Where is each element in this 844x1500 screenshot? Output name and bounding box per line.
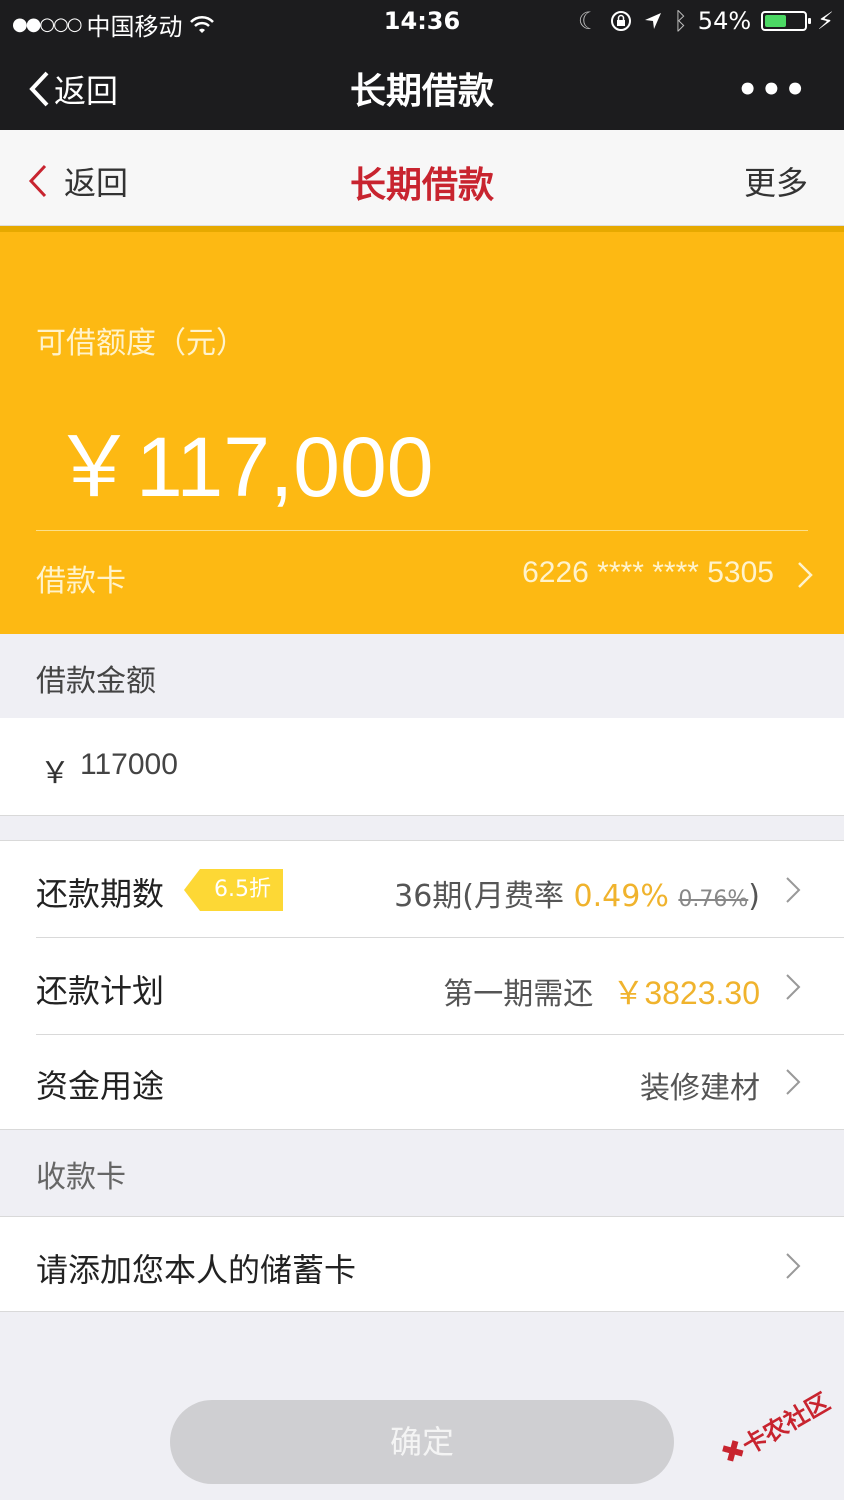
battery-percent: 54% [697, 7, 752, 35]
battery-icon [761, 11, 812, 31]
plan-prefix: 第一期需还 [443, 977, 594, 1012]
loan-card-number[interactable]: 6226 **** **** 5305 [522, 556, 774, 590]
credit-limit-card: 可借额度（元） ￥117,000 借款卡 6226 **** **** 5305 [0, 226, 844, 634]
rotation-lock-icon [611, 11, 632, 31]
page-header: 返回 长期借款 更多 [0, 130, 844, 226]
repayment-plan-label: 还款计划 [36, 972, 165, 1010]
plan-amount: ￥3823.30 [612, 975, 760, 1011]
card-divider [36, 530, 808, 531]
chevron-right-icon [786, 877, 801, 903]
wx-title: 长期借款 [349, 71, 494, 112]
repayment-terms-value: 36期(月费率 0.49% 0.76%) [394, 871, 760, 915]
add-debit-card-label: 请添加您本人的储蓄卡 [36, 1251, 357, 1289]
terms-rate: 0.49% [573, 879, 669, 914]
watermark: ✖ 卡农社区 [714, 1382, 835, 1472]
repayment-plan-value: 第一期需还 ￥3823.30 [443, 968, 760, 1014]
wechat-nav-bar: 返回 长期借款 ••• [0, 44, 844, 130]
repayment-terms-label: 还款期数 [36, 875, 165, 913]
chevron-right-icon [786, 974, 801, 1000]
loan-amount-input[interactable]: 117000 [80, 748, 178, 782]
location-icon [645, 13, 662, 29]
chevron-right-icon[interactable] [796, 560, 814, 590]
loan-amount-section-label: 借款金额 [36, 664, 156, 699]
credit-limit-amount: ￥117,000 [52, 420, 434, 514]
loan-amount-row[interactable]: ￥ 117000 [0, 718, 844, 816]
status-bar: ●●○○○ 中国移动 14:36 ☾ ᛒ 54% ⚡ [0, 0, 844, 44]
currency-symbol: ￥ [40, 756, 70, 791]
fund-purpose-label: 资金用途 [36, 1067, 165, 1105]
moon-icon: ☾ [577, 7, 600, 35]
charging-icon: ⚡ [817, 7, 834, 35]
repayment-terms-row[interactable]: 还款期数 6.5折 36期(月费率 0.49% 0.76%) [0, 841, 844, 937]
confirm-button[interactable]: 确定 [170, 1400, 674, 1484]
receive-card-section-label: 收款卡 [36, 1160, 126, 1195]
page-title: 长期借款 [349, 165, 494, 206]
bluetooth-icon: ᛒ [673, 7, 688, 35]
watermark-text: 卡农社区 [737, 1387, 835, 1460]
wx-more-button[interactable]: ••• [737, 70, 808, 110]
add-debit-card-row[interactable]: 请添加您本人的储蓄卡 [0, 1216, 844, 1312]
terms-prefix: 36期(月费率 [394, 879, 574, 914]
terms-old-rate: 0.76% [678, 887, 749, 912]
fund-purpose-row[interactable]: 资金用途 装修建材 [0, 1035, 844, 1131]
more-button[interactable]: 更多 [744, 158, 808, 204]
chevron-right-icon [786, 1253, 801, 1279]
loan-details-group: 还款期数 6.5折 36期(月费率 0.49% 0.76%) 还款计划 第一期需… [0, 840, 844, 1130]
credit-limit-label: 可借额度（元） [36, 326, 246, 361]
terms-suffix: ) [748, 879, 760, 914]
repayment-plan-row[interactable]: 还款计划 第一期需还 ￥3823.30 [0, 938, 844, 1034]
chevron-right-icon [786, 1069, 801, 1095]
loan-card-label: 借款卡 [36, 564, 126, 599]
fund-purpose-value: 装修建材 [640, 1071, 760, 1106]
discount-badge: 6.5折 [184, 869, 283, 911]
